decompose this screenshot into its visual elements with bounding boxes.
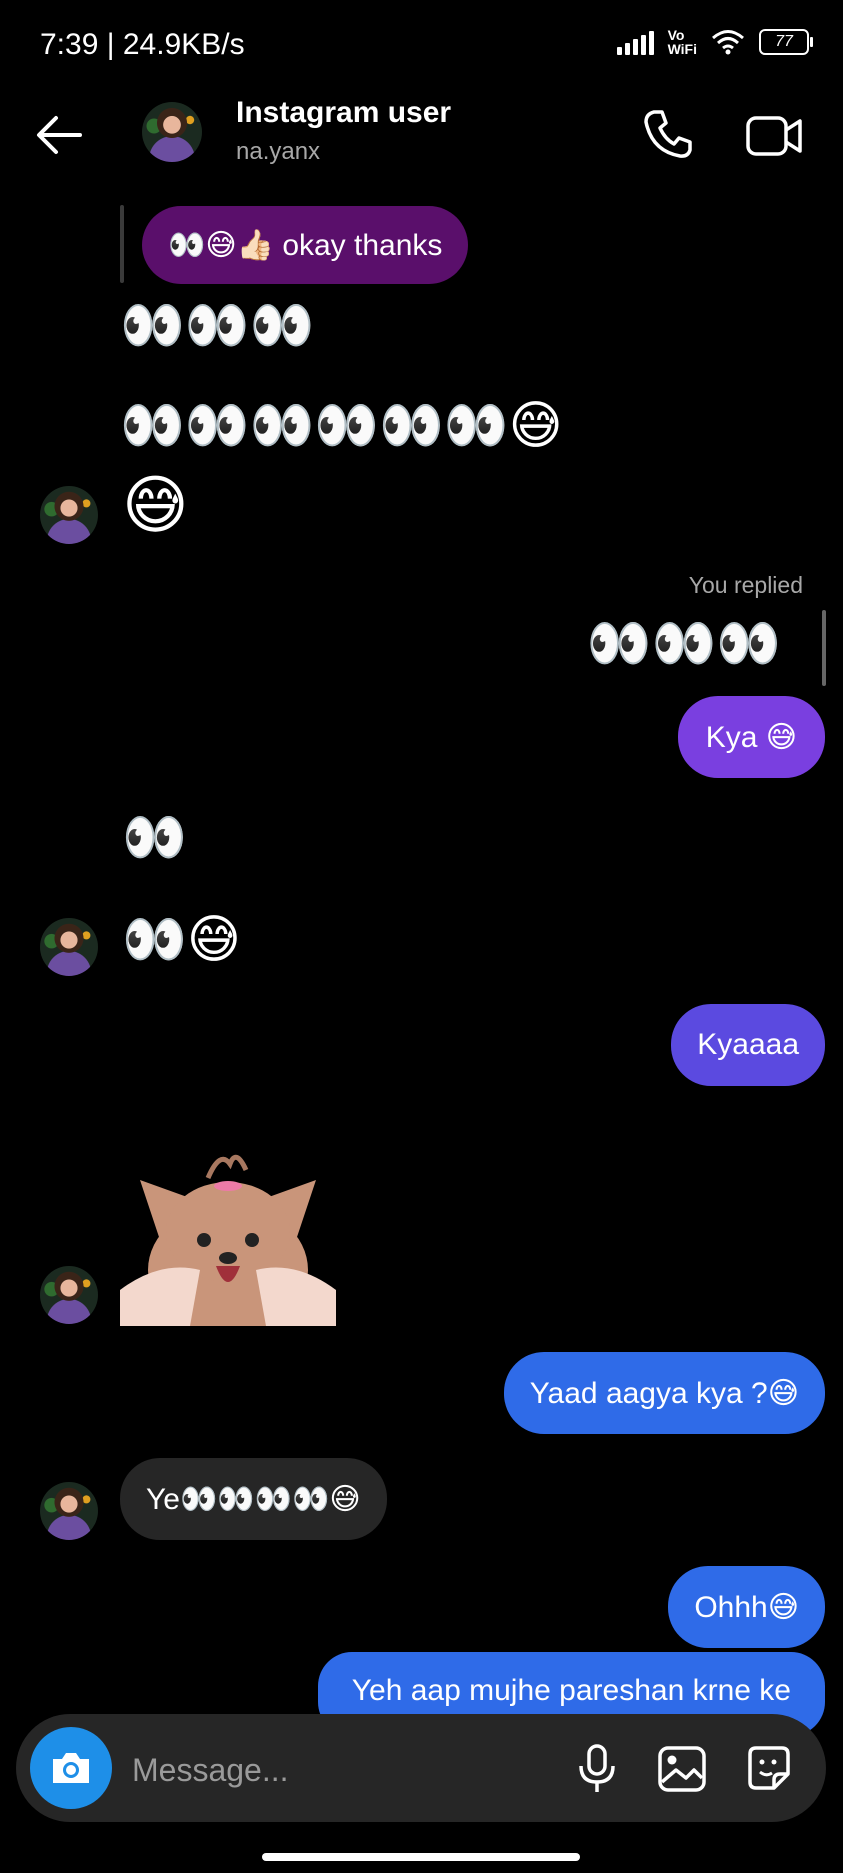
avatar[interactable] [142, 102, 202, 162]
message-bubble[interactable]: Yaad aagya kya ?😅 [503, 1352, 825, 1434]
message-emoji[interactable]: 👀😅 [122, 910, 241, 970]
back-arrow-icon[interactable] [30, 105, 90, 165]
message-bubble[interactable]: Ohhh😅 [668, 1566, 825, 1648]
message-bubble[interactable]: 👀😅👍🏻 okay thanks [142, 206, 469, 284]
sticker-icon[interactable] [742, 1742, 796, 1796]
status-time: 7:39 | 24.9KB/s [40, 28, 245, 61]
message-bubble[interactable]: Ye👀👀👀👀😅 [120, 1458, 387, 1540]
phone-icon[interactable] [640, 106, 696, 162]
battery-indicator: 77 [759, 29, 813, 55]
gallery-icon[interactable] [656, 1744, 708, 1794]
avatar[interactable] [40, 1482, 98, 1540]
wifi-icon [712, 30, 744, 55]
camera-button[interactable] [30, 1727, 112, 1809]
message-emoji[interactable]: 👀👀👀 [120, 296, 314, 356]
message-bubble[interactable]: Kya 😅 [677, 696, 825, 778]
reply-quote[interactable]: 👀👀👀 [587, 614, 781, 674]
contact-username[interactable]: na.yanx [236, 138, 320, 166]
status-icons: Vo WiFi 77 [616, 27, 813, 57]
vowifi-label: Vo WiFi [667, 27, 697, 57]
message-emoji[interactable]: 😅 [122, 470, 189, 540]
reply-indicator [822, 610, 826, 686]
avatar[interactable] [40, 1266, 98, 1324]
contact-name[interactable]: Instagram user [236, 96, 451, 130]
you-replied-label: You replied [688, 572, 803, 598]
message-bubble[interactable]: Kyaaaa [671, 1004, 825, 1086]
message-input[interactable] [130, 1745, 554, 1795]
signal-icon [616, 29, 654, 55]
message-emoji[interactable]: 👀👀👀👀👀👀😅 [120, 396, 563, 456]
home-indicator[interactable] [262, 1853, 580, 1861]
dog-sticker[interactable] [120, 1140, 336, 1326]
avatar[interactable] [40, 918, 98, 976]
avatar[interactable] [40, 486, 98, 544]
microphone-icon[interactable] [572, 1742, 622, 1796]
camera-icon [53, 1753, 89, 1783]
reply-indicator [120, 205, 124, 283]
message-emoji[interactable]: 👀 [122, 808, 187, 868]
video-camera-icon[interactable] [744, 108, 804, 164]
